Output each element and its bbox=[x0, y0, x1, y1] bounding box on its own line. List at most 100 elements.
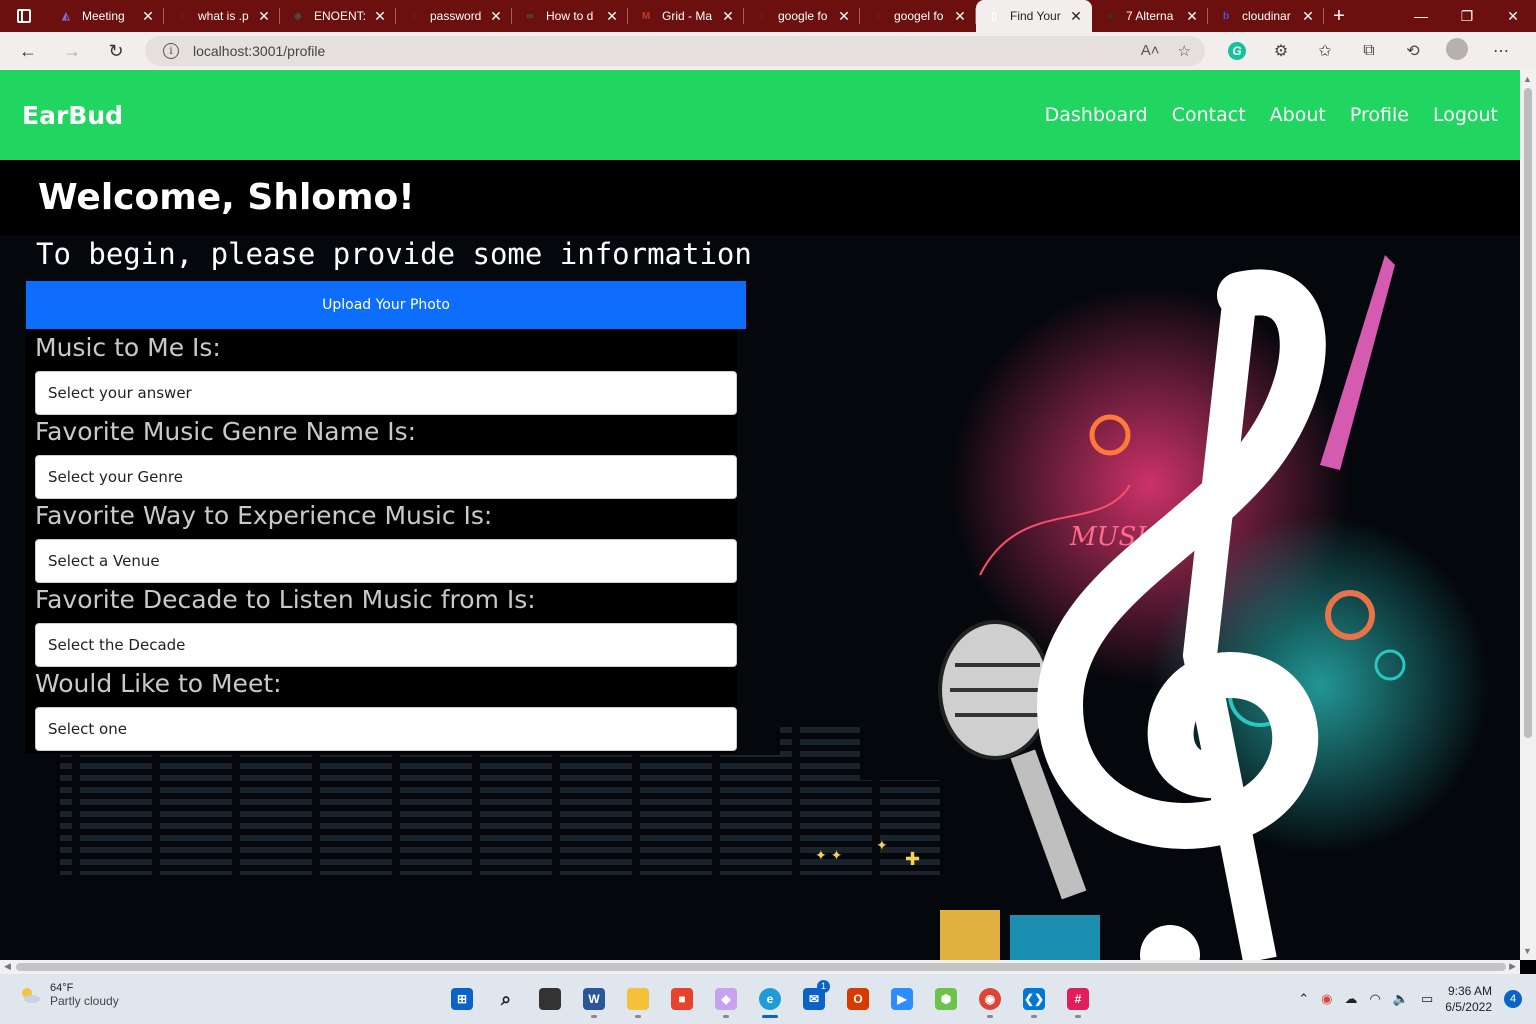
battery-icon[interactable]: ▭ bbox=[1421, 991, 1433, 1007]
notification-badge[interactable]: 4 bbox=[1504, 990, 1522, 1008]
nav-link-dashboard[interactable]: Dashboard bbox=[1045, 104, 1148, 126]
file-explorer-app[interactable] bbox=[620, 980, 656, 1018]
tab-favicon-icon: ∞ bbox=[526, 10, 534, 22]
vertical-scroll-thumb[interactable] bbox=[1524, 88, 1532, 738]
refresh-button[interactable]: ↻ bbox=[94, 32, 138, 70]
tab-close-icon[interactable]: ✕ bbox=[836, 8, 852, 25]
tab-close-icon[interactable]: ✕ bbox=[952, 8, 968, 25]
scroll-right-icon[interactable]: ▶ bbox=[1509, 961, 1516, 972]
answer-select[interactable]: Select your Genre bbox=[35, 455, 737, 499]
screen-recorder-app[interactable]: ■ bbox=[664, 980, 700, 1018]
more-menu-icon[interactable]: ⋯ bbox=[1479, 41, 1523, 61]
tab-close-icon[interactable]: ✕ bbox=[1300, 8, 1316, 25]
address-bar[interactable]: i localhost:3001/profile A˄ ☆ bbox=[145, 36, 1205, 66]
browser-tab[interactable]: ◭ Meeting ✕ bbox=[48, 0, 164, 32]
tab-favicon-icon: ○ bbox=[178, 10, 186, 22]
slack-app[interactable]: # bbox=[1060, 980, 1096, 1018]
browser-tab[interactable]: ◈ ENOENT: ✕ bbox=[280, 0, 396, 32]
grammarly-extension-icon[interactable]: G bbox=[1215, 42, 1259, 60]
tab-close-icon[interactable]: ✕ bbox=[372, 8, 388, 25]
browser-tab[interactable]: ● 7 Alterna ✕ bbox=[1092, 0, 1208, 32]
add-favorite-icon[interactable]: ☆ bbox=[1178, 42, 1191, 60]
partly-cloudy-icon bbox=[22, 988, 40, 1003]
nav-link-about[interactable]: About bbox=[1270, 104, 1326, 126]
back-button[interactable]: ← bbox=[6, 32, 50, 70]
browser-tab[interactable]: ∞ How to d ✕ bbox=[512, 0, 628, 32]
tab-close-icon[interactable]: ✕ bbox=[256, 8, 272, 25]
restore-icon[interactable]: ❐ bbox=[1444, 0, 1490, 32]
windows-icon: ⊞ bbox=[451, 988, 473, 1010]
browser-tab[interactable]: ▯ Find Your ✕ bbox=[976, 0, 1092, 32]
nodejs-app[interactable]: ⬢ bbox=[928, 980, 964, 1018]
office-app[interactable]: O bbox=[840, 980, 876, 1018]
sketch-app[interactable]: ◆ bbox=[708, 980, 744, 1018]
tab-title: How to d bbox=[546, 9, 594, 23]
answer-select[interactable]: Select a Venue bbox=[35, 539, 737, 583]
search-button[interactable]: ⌕ bbox=[488, 980, 524, 1018]
edge-browser-app[interactable]: e bbox=[752, 980, 788, 1018]
welcome-heading: Welcome, Shlomo! bbox=[38, 177, 415, 218]
tab-close-icon[interactable]: ✕ bbox=[604, 8, 620, 25]
browser-tab[interactable]: b cloudinar ✕ bbox=[1208, 0, 1324, 32]
horizontal-scrollbar[interactable]: ◀ ▶ bbox=[0, 960, 1520, 974]
horizontal-scroll-thumb[interactable] bbox=[16, 963, 1506, 971]
favorites-icon[interactable]: ✩ bbox=[1303, 41, 1347, 61]
new-tab-button[interactable]: + bbox=[1324, 5, 1354, 28]
profile-avatar[interactable] bbox=[1435, 37, 1479, 65]
browser-tab[interactable]: ○ what is .p ✕ bbox=[164, 0, 280, 32]
answer-select[interactable]: Select your answer bbox=[35, 371, 737, 415]
onedrive-icon[interactable]: ☁ bbox=[1344, 991, 1357, 1007]
brand-logo[interactable]: EarBud bbox=[22, 101, 123, 130]
tab-close-icon[interactable]: ✕ bbox=[140, 8, 156, 25]
weather-widget[interactable]: 64°F Partly cloudy bbox=[18, 982, 119, 1008]
tab-close-icon[interactable]: ✕ bbox=[720, 8, 736, 25]
svg-text:✚: ✚ bbox=[905, 849, 920, 869]
volume-icon[interactable]: 🔈 bbox=[1393, 991, 1409, 1007]
forward-button[interactable]: → bbox=[50, 32, 94, 70]
tab-title: Meeting bbox=[82, 9, 125, 23]
scroll-left-icon[interactable]: ◀ bbox=[4, 961, 11, 972]
site-info-icon[interactable]: i bbox=[163, 43, 179, 59]
browser-tab[interactable]: M Grid - Ma ✕ bbox=[628, 0, 744, 32]
vscode-app[interactable]: ❮❯ bbox=[1016, 980, 1052, 1018]
tab-close-icon[interactable]: ✕ bbox=[1184, 8, 1200, 25]
vertical-scrollbar[interactable]: ▲ ▼ bbox=[1520, 70, 1536, 960]
upload-photo-button[interactable]: Upload Your Photo bbox=[26, 281, 746, 329]
start-button[interactable]: ⊞ bbox=[444, 980, 480, 1018]
minimize-icon[interactable]: — bbox=[1398, 0, 1444, 32]
nav-link-contact[interactable]: Contact bbox=[1172, 104, 1246, 126]
browser-tab[interactable]: ○ password ✕ bbox=[396, 0, 512, 32]
browser-tab[interactable]: ○ googel fo ✕ bbox=[860, 0, 976, 32]
zoom-app[interactable]: ▶ bbox=[884, 980, 920, 1018]
chrome-tray-icon[interactable]: ◉ bbox=[1321, 991, 1332, 1007]
browser-tab[interactable]: ○ google fo ✕ bbox=[744, 0, 860, 32]
tab-actions-button[interactable] bbox=[0, 0, 48, 32]
collections-icon[interactable]: ⧉ bbox=[1347, 42, 1391, 60]
weather-temp: 64°F bbox=[50, 982, 74, 994]
extensions-icon[interactable]: ⚙ bbox=[1259, 41, 1303, 61]
answer-select[interactable]: Select the Decade bbox=[35, 623, 737, 667]
profile-hero: MUSIC ✦ ✦ ✦ ✚ To begin, please provide s… bbox=[0, 235, 1520, 960]
mail-app[interactable]: ✉ 1 bbox=[796, 980, 832, 1018]
browser-tabstrip: ◭ Meeting ✕ ○ what is .p ✕ ◈ ENOENT: ✕ ○ password ✕… bbox=[0, 0, 1536, 32]
slack-icon: # bbox=[1067, 988, 1089, 1010]
nav-link-logout[interactable]: Logout bbox=[1433, 104, 1498, 126]
word-app[interactable]: W bbox=[576, 980, 612, 1018]
wifi-icon[interactable]: ◠ bbox=[1369, 991, 1380, 1007]
chevron-up-icon[interactable]: ⌃ bbox=[1298, 991, 1309, 1007]
tab-close-icon[interactable]: ✕ bbox=[488, 8, 504, 25]
weather-desc: Partly cloudy bbox=[50, 994, 119, 1008]
read-aloud-icon[interactable]: A˄ bbox=[1141, 42, 1160, 60]
chrome-app[interactable]: ◉ bbox=[972, 980, 1008, 1018]
scroll-up-icon[interactable]: ▲ bbox=[1523, 74, 1532, 84]
task-view-button[interactable] bbox=[532, 980, 568, 1018]
clock[interactable]: 9:36 AM 6/5/2022 bbox=[1445, 983, 1492, 1015]
nav-link-profile[interactable]: Profile bbox=[1350, 104, 1409, 126]
scroll-down-icon[interactable]: ▼ bbox=[1523, 946, 1532, 956]
answer-select[interactable]: Select one bbox=[35, 707, 737, 751]
chrome-icon: ◉ bbox=[979, 988, 1001, 1010]
close-window-icon[interactable]: ✕ bbox=[1490, 0, 1536, 32]
history-icon[interactable]: ⟲ bbox=[1391, 41, 1435, 61]
site-navbar: EarBud Dashboard Contact About Profile Logou… bbox=[0, 70, 1520, 160]
tab-close-icon[interactable]: ✕ bbox=[1068, 8, 1084, 25]
